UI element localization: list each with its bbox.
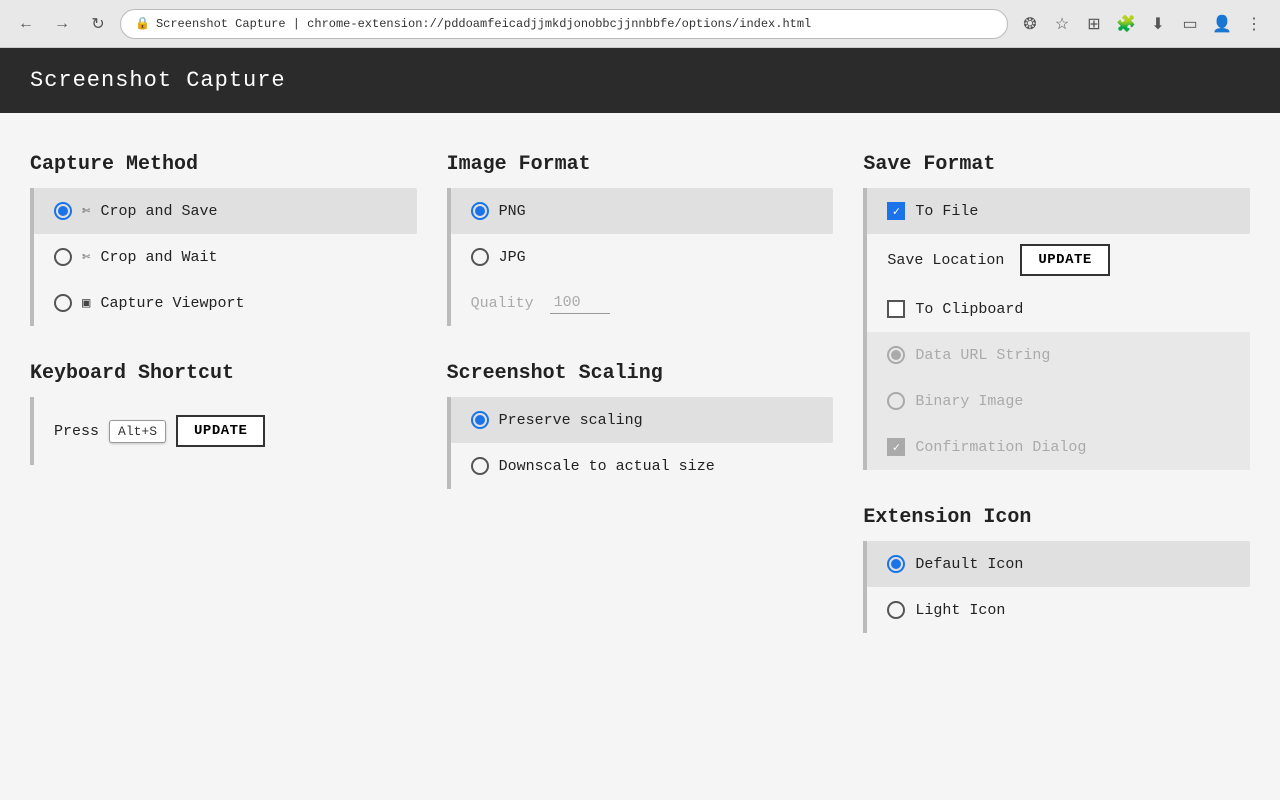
- keyboard-shortcut-panel: Press Alt+S UPDATE: [30, 397, 417, 465]
- puzzle-button[interactable]: 🧩: [1112, 10, 1140, 38]
- save-binary-image-option: Binary Image: [867, 378, 1250, 424]
- save-format-title: Save Format: [863, 153, 1250, 176]
- downscale-label: Downscale to actual size: [499, 458, 715, 475]
- checkbox-confirmation-dialog: ✓: [887, 438, 905, 456]
- image-format-title: Image Format: [447, 153, 834, 176]
- checkbox-to-file: ✓: [887, 202, 905, 220]
- reload-button[interactable]: ↻: [84, 10, 112, 38]
- screenshot-scaling-title: Screenshot Scaling: [447, 362, 834, 385]
- format-option-png[interactable]: PNG: [451, 188, 834, 234]
- shortcut-update-button[interactable]: UPDATE: [176, 415, 265, 447]
- sidebar-button[interactable]: ▭: [1176, 10, 1204, 38]
- shortcut-key-badge: Alt+S: [109, 420, 166, 443]
- column-middle: Image Format PNG JPG Quality: [447, 153, 834, 633]
- capture-option-crop-wait[interactable]: ✄ Crop and Wait: [34, 234, 417, 280]
- icon-option-default[interactable]: Default Icon: [867, 541, 1250, 587]
- preserve-label: Preserve scaling: [499, 412, 643, 429]
- column-right: Save Format ✓ To File Save Location UPDA…: [863, 153, 1250, 633]
- icon-option-light[interactable]: Light Icon: [867, 587, 1250, 633]
- radio-jpg: [471, 248, 489, 266]
- crop-wait-icon: ✄: [82, 249, 90, 266]
- main-content: Capture Method ✄ Crop and Save ✄ Crop an…: [0, 113, 1280, 673]
- confirmation-dialog-label: Confirmation Dialog: [915, 439, 1086, 456]
- scaling-option-downscale[interactable]: Downscale to actual size: [451, 443, 834, 489]
- screenshot-scaling-section: Screenshot Scaling Preserve scaling Down…: [447, 362, 834, 489]
- share-button[interactable]: ❂: [1016, 10, 1044, 38]
- save-format-panel: ✓ To File Save Location UPDATE To Clipbo…: [863, 188, 1250, 470]
- extension-icon-title: Extension Icon: [863, 506, 1250, 529]
- save-location-row: Save Location UPDATE: [867, 234, 1250, 286]
- viewport-icon: ▣: [82, 295, 90, 312]
- capture-method-panel: ✄ Crop and Save ✄ Crop and Wait ▣ Captur…: [30, 188, 417, 326]
- radio-default-icon: [887, 555, 905, 573]
- extensions-button[interactable]: ⊞: [1080, 10, 1108, 38]
- save-format-section: Save Format ✓ To File Save Location UPDA…: [863, 153, 1250, 470]
- press-label: Press: [54, 423, 99, 440]
- extension-icon-panel: Default Icon Light Icon: [863, 541, 1250, 633]
- capture-option-viewport[interactable]: ▣ Capture Viewport: [34, 280, 417, 326]
- radio-png: [471, 202, 489, 220]
- image-format-panel: PNG JPG Quality: [447, 188, 834, 326]
- quality-label: Quality: [471, 295, 534, 312]
- lock-icon: 🔒: [135, 16, 150, 31]
- save-to-file-option[interactable]: ✓ To File: [867, 188, 1250, 234]
- data-url-label: Data URL String: [915, 347, 1050, 364]
- png-label: PNG: [499, 203, 526, 220]
- download-button[interactable]: ⬇: [1144, 10, 1172, 38]
- checkbox-to-clipboard: [887, 300, 905, 318]
- save-location-label: Save Location: [887, 252, 1004, 269]
- radio-preserve: [471, 411, 489, 429]
- keyboard-shortcut-section: Keyboard Shortcut Press Alt+S UPDATE: [30, 362, 417, 465]
- crop-wait-label: Crop and Wait: [100, 249, 217, 266]
- capture-option-crop-save[interactable]: ✄ Crop and Save: [34, 188, 417, 234]
- bookmark-button[interactable]: ☆: [1048, 10, 1076, 38]
- url-text: Screenshot Capture | chrome-extension://…: [156, 17, 811, 31]
- quality-input[interactable]: [550, 292, 610, 314]
- light-icon-label: Light Icon: [915, 602, 1005, 619]
- keyboard-shortcut-title: Keyboard Shortcut: [30, 362, 417, 385]
- to-file-label: To File: [915, 203, 978, 220]
- radio-crop-wait: [54, 248, 72, 266]
- image-format-section: Image Format PNG JPG Quality: [447, 153, 834, 326]
- radio-light-icon: [887, 601, 905, 619]
- jpg-label: JPG: [499, 249, 526, 266]
- forward-button[interactable]: →: [48, 10, 76, 38]
- radio-downscale: [471, 457, 489, 475]
- viewport-label: Capture Viewport: [100, 295, 244, 312]
- binary-image-label: Binary Image: [915, 393, 1023, 410]
- save-location-update-button[interactable]: UPDATE: [1020, 244, 1109, 276]
- app-header: Screenshot Capture: [0, 48, 1280, 113]
- default-icon-label: Default Icon: [915, 556, 1023, 573]
- format-option-jpg[interactable]: JPG: [451, 234, 834, 280]
- address-bar[interactable]: 🔒 Screenshot Capture | chrome-extension:…: [120, 9, 1008, 39]
- crop-save-label: Crop and Save: [100, 203, 217, 220]
- scaling-option-preserve[interactable]: Preserve scaling: [451, 397, 834, 443]
- back-button[interactable]: ←: [12, 10, 40, 38]
- browser-actions: ❂ ☆ ⊞ 🧩 ⬇ ▭ 👤 ⋮: [1016, 10, 1268, 38]
- save-data-url-option: Data URL String: [867, 332, 1250, 378]
- radio-viewport: [54, 294, 72, 312]
- profile-button[interactable]: 👤: [1208, 10, 1236, 38]
- extension-icon-section: Extension Icon Default Icon Light Icon: [863, 506, 1250, 633]
- radio-data-url: [887, 346, 905, 364]
- browser-chrome: ← → ↻ 🔒 Screenshot Capture | chrome-exte…: [0, 0, 1280, 48]
- capture-method-title: Capture Method: [30, 153, 417, 176]
- to-clipboard-label: To Clipboard: [915, 301, 1023, 318]
- radio-binary-image: [887, 392, 905, 410]
- shortcut-row: Press Alt+S UPDATE: [34, 397, 417, 465]
- capture-method-section: Capture Method ✄ Crop and Save ✄ Crop an…: [30, 153, 417, 326]
- app-title: Screenshot Capture: [30, 68, 286, 93]
- menu-button[interactable]: ⋮: [1240, 10, 1268, 38]
- save-confirmation-dialog-option: ✓ Confirmation Dialog: [867, 424, 1250, 470]
- column-left: Capture Method ✄ Crop and Save ✄ Crop an…: [30, 153, 417, 633]
- radio-crop-save: [54, 202, 72, 220]
- save-to-clipboard-option[interactable]: To Clipboard: [867, 286, 1250, 332]
- screenshot-scaling-panel: Preserve scaling Downscale to actual siz…: [447, 397, 834, 489]
- crop-save-icon: ✄: [82, 203, 90, 220]
- quality-row: Quality: [451, 280, 834, 326]
